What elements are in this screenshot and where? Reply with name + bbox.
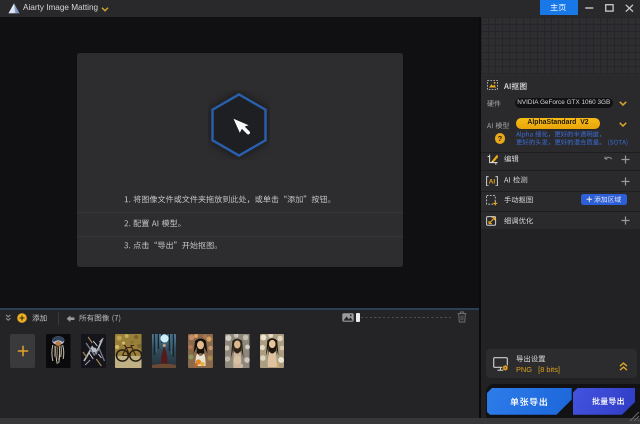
- svg-text:AI: AI: [489, 178, 496, 185]
